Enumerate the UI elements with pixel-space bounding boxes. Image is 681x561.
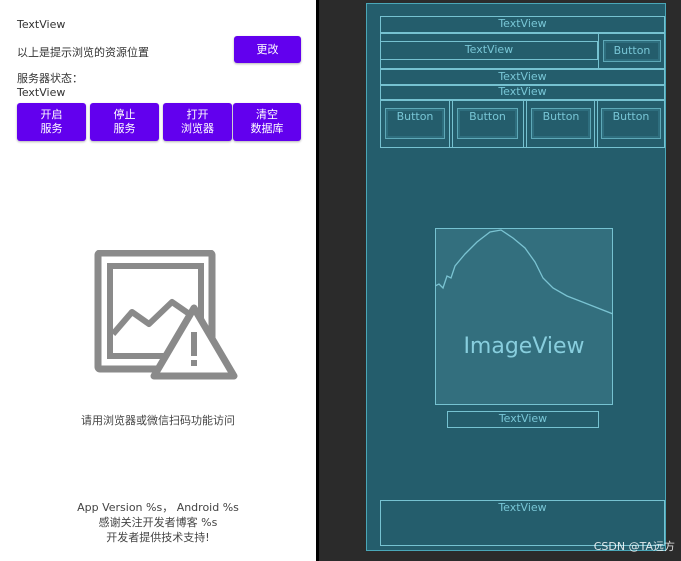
- bp-textview-4-label: TextView: [498, 85, 547, 98]
- scan-hint-text: 请用浏览器或微信扫码功能访问: [81, 414, 235, 427]
- panel-gap: [319, 0, 363, 561]
- resource-hint-text: 以上是提示浏览的资源位置: [17, 46, 149, 59]
- footer-version: App Version %s， Android %s: [77, 501, 239, 514]
- design-preview: TextView 以上是提示浏览的资源位置 更改 服务器状态： TextView…: [0, 0, 316, 561]
- start-service-button[interactable]: 开启 服务: [17, 103, 86, 141]
- stop-service-button[interactable]: 停止 服务: [90, 103, 159, 141]
- watermark: CSDN @TA远方: [593, 540, 675, 553]
- bp-textview-5-label: TextView: [498, 412, 548, 425]
- bp-textview-6-label: TextView: [498, 501, 547, 514]
- blueprint-preview: TextView TextView Button TextView TextVi…: [363, 0, 681, 561]
- bp-row-button-4-label: Button: [612, 110, 650, 123]
- bp-imageview-curve-icon: [435, 229, 613, 315]
- bp-row-button-2-label: Button: [469, 110, 506, 123]
- footer-support: 开发者提供技术支持!: [106, 531, 210, 544]
- bp-button-1-label: Button: [613, 44, 651, 57]
- server-status-label: 服务器状态：: [17, 72, 83, 85]
- bp-textview-2-label: TextView: [464, 43, 514, 56]
- textview-top: TextView: [17, 18, 66, 31]
- broken-image-icon: [94, 250, 238, 380]
- open-browser-button[interactable]: 打开 浏览器: [163, 103, 232, 141]
- bp-row-button-1-label: Button: [396, 110, 434, 123]
- bp-textview-1-label: TextView: [498, 17, 547, 30]
- bp-textview-3-label: TextView: [498, 70, 547, 83]
- bp-row-button-3-label: Button: [542, 110, 580, 123]
- change-button[interactable]: 更改: [234, 36, 301, 63]
- clear-database-button[interactable]: 清空 数据库: [233, 103, 301, 141]
- footer-blog: 感谢关注开发者博客 %s: [98, 516, 218, 529]
- bp-imageview-label: ImageView: [463, 334, 585, 359]
- blueprint-canvas: TextView TextView Button TextView TextVi…: [366, 3, 666, 551]
- textview-status: TextView: [17, 86, 66, 99]
